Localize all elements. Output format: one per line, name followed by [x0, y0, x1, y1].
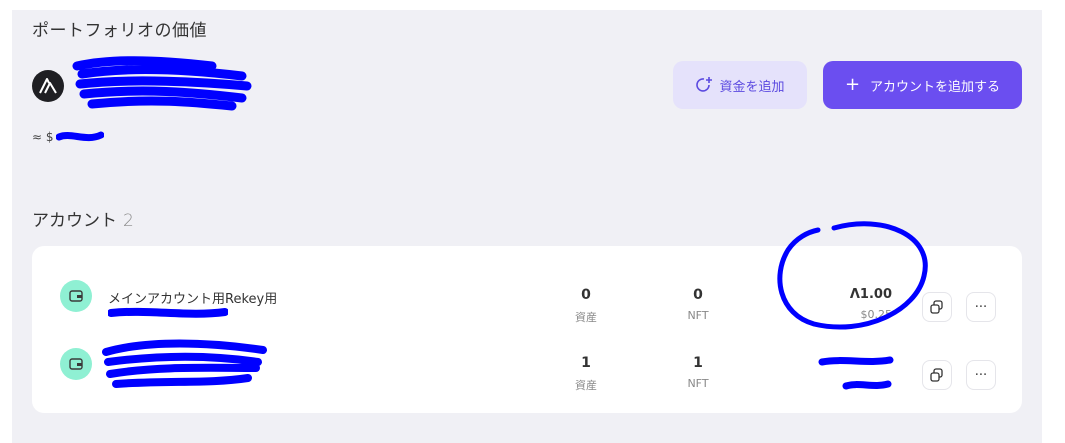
assets-label: 資産: [575, 311, 597, 324]
more-button[interactable]: ···: [966, 292, 996, 322]
nft-count: 1: [693, 355, 703, 371]
add-account-label: アカウントを追加する: [870, 79, 1001, 95]
add-account-button[interactable]: + アカウントを追加する: [823, 61, 1022, 109]
redaction-scribble-usd: [56, 131, 104, 142]
redaction-scribble: [818, 356, 894, 390]
more-button[interactable]: ···: [966, 360, 996, 390]
assets-count: 1: [581, 355, 591, 371]
accounts-heading: アカウント 2: [32, 206, 134, 231]
approx-prefix: ≈ $: [32, 130, 54, 144]
page-title: ポートフォリオの価値: [32, 21, 207, 41]
portfolio-usd-approx: ≈ $: [32, 130, 54, 144]
account-name: メインアカウント用Rekey用: [108, 292, 278, 307]
plus-icon: +: [844, 74, 861, 95]
redaction-scribble: [72, 56, 252, 111]
assets-stat: 0 資産: [556, 287, 616, 325]
nft-count: 0: [693, 287, 703, 303]
nft-stat: 1 NFT: [668, 355, 728, 390]
nft-label: NFT: [687, 309, 709, 322]
add-funds-icon: [696, 77, 713, 92]
redaction-scribble: [108, 307, 228, 318]
assets-stat: 1 資産: [556, 355, 616, 393]
more-icon: ···: [974, 367, 988, 383]
redaction-scribble: [102, 339, 267, 388]
nft-label: NFT: [687, 377, 709, 390]
accounts-heading-label: アカウント: [32, 211, 117, 231]
copy-button[interactable]: [922, 360, 952, 390]
add-funds-label: 資金を追加: [719, 79, 785, 95]
assets-count: 0: [581, 287, 591, 303]
wallet-icon: [60, 280, 92, 312]
copy-icon: [930, 368, 943, 382]
portfolio-panel: ポートフォリオの価値 ≈ $ 資金を追加 + アカウントを追加する アカウント 2: [12, 10, 1042, 443]
more-icon: ···: [974, 299, 988, 315]
wallet-icon: [60, 348, 92, 380]
algorand-logo-icon: [32, 70, 64, 102]
annotation-circle: [777, 221, 928, 330]
nft-stat: 0 NFT: [668, 287, 728, 322]
add-funds-button[interactable]: 資金を追加: [673, 61, 807, 109]
assets-label: 資産: [575, 379, 597, 392]
accounts-count: 2: [123, 211, 134, 231]
account-row[interactable]: 1 資産 1 NFT ···: [32, 334, 1022, 394]
